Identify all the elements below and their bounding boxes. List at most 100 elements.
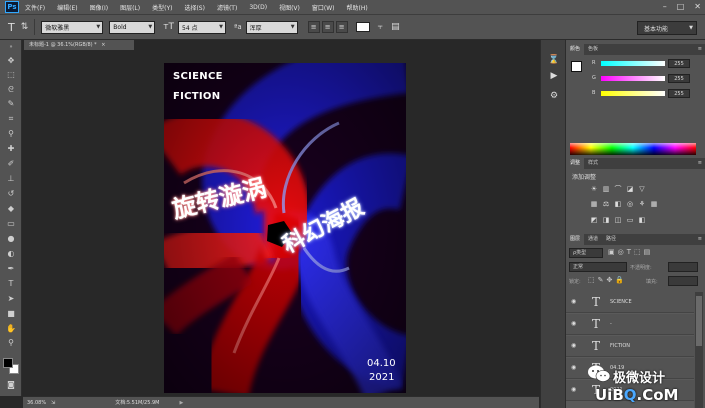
- healing-brush-tool-icon[interactable]: ✚: [4, 144, 18, 154]
- opacity-field[interactable]: [668, 262, 698, 272]
- blend-mode-select[interactable]: 正常: [569, 262, 627, 272]
- history-brush-tool-icon[interactable]: ↺: [4, 189, 18, 199]
- type-tool-icon[interactable]: T: [8, 21, 15, 34]
- foreground-color-swatch[interactable]: [3, 358, 13, 368]
- quick-mask-icon[interactable]: ◙: [4, 380, 18, 390]
- actions-panel-icon[interactable]: ▶: [548, 70, 560, 82]
- font-style-select[interactable]: Bold ▼: [109, 20, 156, 34]
- tab-layers[interactable]: 图层: [566, 234, 585, 245]
- gradient-map-icon[interactable]: ▭: [626, 216, 634, 224]
- black-white-icon[interactable]: ◧: [614, 200, 622, 208]
- font-family-select[interactable]: 微软雅黑 ▼: [41, 20, 104, 34]
- menu-select[interactable]: 选择(S): [184, 3, 205, 12]
- menu-filter[interactable]: 滤镜(T): [217, 3, 237, 12]
- color-spectrum[interactable]: [570, 143, 696, 155]
- g-slider[interactable]: G 255: [592, 74, 700, 84]
- pen-tool-icon[interactable]: ✒: [4, 264, 18, 274]
- tab-channels[interactable]: 通道: [584, 234, 602, 245]
- r-track[interactable]: [601, 61, 665, 66]
- selective-color-icon[interactable]: ◧: [638, 216, 646, 224]
- align-left-button[interactable]: ≡: [307, 21, 320, 33]
- close-tab-icon[interactable]: ×: [101, 42, 105, 48]
- brightness-icon[interactable]: ☀: [590, 185, 598, 193]
- gradient-tool-icon[interactable]: ▭: [4, 219, 18, 229]
- clone-stamp-tool-icon[interactable]: ⊥: [4, 174, 18, 184]
- text-orientation-icon[interactable]: ⇅: [21, 22, 29, 32]
- threshold-icon[interactable]: ◫: [614, 216, 622, 224]
- color-fg-bg-swatches[interactable]: [571, 61, 587, 77]
- menu-layer[interactable]: 图层(L): [120, 3, 140, 12]
- panel-menu-icon[interactable]: ≡: [698, 236, 702, 242]
- zoom-level[interactable]: 36.08%: [27, 400, 49, 406]
- document-tab[interactable]: 未标题-1 @ 36.1%(RGB/8) * ×: [24, 40, 134, 50]
- layer-row[interactable]: ◉ T -: [566, 314, 694, 335]
- zoom-tool-icon[interactable]: ⚲: [4, 338, 18, 348]
- b-value[interactable]: 255: [668, 89, 690, 98]
- move-tool-icon[interactable]: ✥: [4, 56, 18, 66]
- path-select-tool-icon[interactable]: ➤: [4, 294, 18, 304]
- dodge-tool-icon[interactable]: ◐: [4, 249, 18, 259]
- r-value[interactable]: 255: [668, 59, 690, 68]
- visibility-eye-icon[interactable]: ◉: [571, 364, 576, 371]
- layer-kind-filter[interactable]: ρ类型: [569, 248, 603, 258]
- invert-icon[interactable]: ◩: [590, 216, 598, 224]
- eyedropper-tool-icon[interactable]: ⚲: [4, 129, 18, 139]
- g-track[interactable]: [601, 76, 665, 81]
- visibility-eye-icon[interactable]: ◉: [571, 298, 576, 305]
- properties-panel-icon[interactable]: ⚙: [548, 90, 560, 102]
- menu-3d[interactable]: 3D(D): [249, 4, 267, 11]
- type-tool-icon[interactable]: T: [4, 279, 18, 289]
- curves-icon[interactable]: ⌒: [614, 185, 622, 193]
- visibility-eye-icon[interactable]: ◉: [571, 342, 576, 349]
- fill-field[interactable]: [668, 276, 698, 286]
- layer-filter-icons[interactable]: ▣◎T⬚▤: [608, 248, 653, 256]
- antialias-select[interactable]: 浑厚 ▼: [245, 20, 298, 34]
- lock-icons[interactable]: ⬚✎✥🔒: [588, 276, 627, 284]
- warp-text-icon[interactable]: ⫟: [378, 22, 383, 32]
- minimize-icon[interactable]: –: [663, 2, 667, 11]
- menu-window[interactable]: 窗口(W): [312, 3, 335, 12]
- panel-menu-icon[interactable]: ≡: [698, 46, 702, 52]
- hand-tool-icon[interactable]: ✋: [4, 324, 18, 334]
- hue-saturation-icon[interactable]: ▦: [590, 200, 598, 208]
- menu-help[interactable]: 帮助(H): [347, 3, 368, 12]
- posterize-icon[interactable]: ◨: [602, 216, 610, 224]
- history-panel-icon[interactable]: ⌛: [548, 54, 560, 66]
- collapse-icon[interactable]: »: [4, 42, 18, 52]
- scrollbar-thumb[interactable]: [696, 296, 702, 346]
- character-panel-icon[interactable]: ▤: [391, 22, 400, 32]
- exposure-icon[interactable]: ◪: [626, 185, 634, 193]
- tab-swatches[interactable]: 色板: [584, 44, 602, 55]
- levels-icon[interactable]: ▥: [602, 185, 610, 193]
- close-icon[interactable]: ✕: [694, 2, 701, 11]
- menu-view[interactable]: 视图(V): [279, 3, 300, 12]
- menu-type[interactable]: 类型(Y): [152, 3, 172, 12]
- text-color-swatch[interactable]: [355, 22, 370, 32]
- eraser-tool-icon[interactable]: ◆: [4, 204, 18, 214]
- rectangle-tool-icon[interactable]: ■: [4, 309, 18, 319]
- visibility-eye-icon[interactable]: ◉: [571, 320, 576, 327]
- foreground-color-swatch[interactable]: [571, 61, 582, 72]
- b-track[interactable]: [601, 91, 665, 96]
- color-balance-icon[interactable]: ⚖: [602, 200, 610, 208]
- align-right-button[interactable]: ≡: [335, 21, 348, 33]
- g-value[interactable]: 255: [668, 74, 690, 83]
- photo-filter-icon[interactable]: ◎: [626, 200, 634, 208]
- menu-file[interactable]: 文件(F): [25, 3, 45, 12]
- lasso-tool-icon[interactable]: ᘓ: [4, 85, 18, 95]
- tab-styles[interactable]: 样式: [584, 158, 602, 169]
- brush-tool-icon[interactable]: ✐: [4, 159, 18, 169]
- quick-select-tool-icon[interactable]: ✎: [4, 99, 18, 109]
- document-canvas[interactable]: SCIENCE FICTION 旋转漩涡 科幻海报 04.10 2021: [164, 63, 406, 393]
- maximize-icon[interactable]: □: [677, 2, 685, 11]
- menu-image[interactable]: 图像(I): [90, 3, 108, 12]
- blur-tool-icon[interactable]: ●: [4, 234, 18, 244]
- visibility-eye-icon[interactable]: ◉: [571, 386, 576, 393]
- marquee-tool-icon[interactable]: ⬚: [4, 70, 18, 80]
- b-slider[interactable]: B 255: [592, 89, 700, 99]
- vibrance-icon[interactable]: ▽: [638, 185, 646, 193]
- channel-mixer-icon[interactable]: ⚘: [638, 200, 646, 208]
- tab-color[interactable]: 颜色: [566, 44, 585, 55]
- font-size-select[interactable]: 54 点 ▼: [178, 20, 227, 34]
- foreground-background-colors[interactable]: [3, 358, 20, 375]
